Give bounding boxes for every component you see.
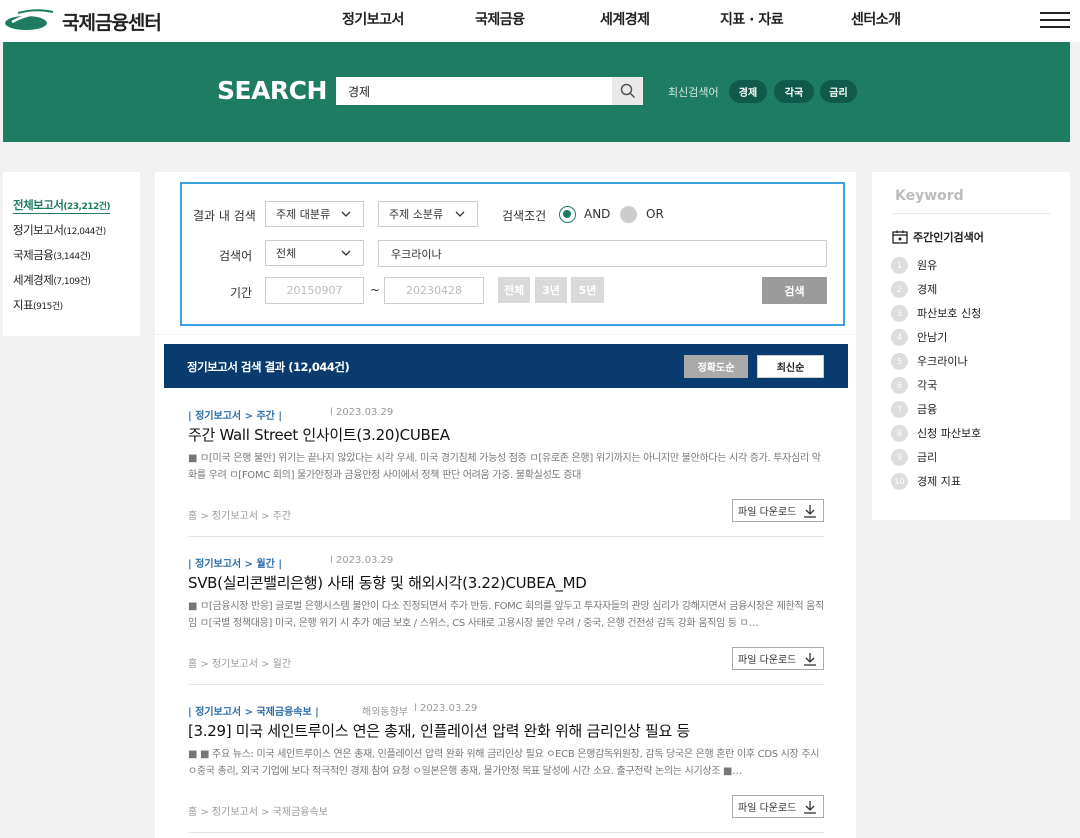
site-header: 국제금융센터 정기보고서 국제금융 세계경제 지표 · 자료 센터소개 xyxy=(0,0,1080,42)
category-world-economy[interactable]: 세계경제(7,109건) xyxy=(13,272,91,288)
sort-accuracy-button[interactable]: 정확도순 xyxy=(684,355,748,378)
category-all[interactable]: 전체보고서(23,212건) xyxy=(13,197,111,214)
search-banner-title: SEARCH xyxy=(217,76,327,105)
nav-world-economy[interactable]: 세계경제 xyxy=(600,9,650,29)
date-from-input[interactable]: 20150907 xyxy=(265,277,364,304)
keyword-divider xyxy=(893,213,1050,214)
result-divider xyxy=(188,832,824,833)
result-date: l 2023.03.29 xyxy=(330,555,394,566)
period-label: 기간 xyxy=(230,286,253,300)
result-date: l 2023.03.29 xyxy=(414,703,478,714)
category-regular[interactable]: 정기보고서(12,044건) xyxy=(13,222,106,238)
search-button[interactable] xyxy=(612,77,643,105)
keyword-input[interactable]: 우크라이나 xyxy=(378,240,827,267)
site-logo[interactable]: 국제금융센터 xyxy=(4,6,162,36)
recent-term-chip[interactable]: 각국 xyxy=(774,80,814,103)
keyword-panel: Keyword 주간인기검색어 1 원유 2 경제 3 파산보호 신청 4 안남기 5우… xyxy=(872,172,1070,520)
logo-text: 국제금융센터 xyxy=(62,11,162,34)
period-3y-button[interactable]: 3년 xyxy=(535,277,567,303)
and-radio[interactable] xyxy=(559,206,576,223)
result-title[interactable]: 주간 Wall Street 인사이트(3.20)CUBEA xyxy=(188,424,450,445)
search-icon xyxy=(620,83,635,99)
popular-keyword[interactable]: 1 원유 xyxy=(891,256,937,274)
result-divider xyxy=(188,536,824,537)
result-breadcrumb: 홈 > 정기보고서 > 월간 xyxy=(188,659,292,670)
minor-category-select[interactable]: 주제 소분류 xyxy=(378,201,478,227)
calendar-icon xyxy=(892,230,908,244)
file-download-button[interactable]: 파일 다운로드 xyxy=(732,499,824,522)
result-item: | 정기보고서 > 국제금융속보 | 해외동향부 l 2023.03.29 [3… xyxy=(188,703,824,819)
result-description: ■ ㅁ[금융시장 반응] 글로벌 은행시스템 불안이 다소 진정되면서 주가 반… xyxy=(188,601,824,629)
keyword-label: 검색어 xyxy=(219,249,253,263)
file-download-button[interactable]: 파일 다운로드 xyxy=(732,795,824,818)
sort-latest-button[interactable]: 최신순 xyxy=(757,355,824,378)
date-range-tilde: ~ xyxy=(370,283,381,297)
result-category[interactable]: | 정기보고서 > 월간 | xyxy=(188,555,282,570)
result-divider xyxy=(188,684,824,685)
chevron-down-icon xyxy=(455,211,465,217)
result-title[interactable]: SVB(실리콘밸리은행) 사태 동향 및 해외시각(3.22)CUBEA_MD xyxy=(188,572,587,593)
major-category-select[interactable]: 주제 대분류 xyxy=(265,201,364,227)
results-header: 정기보고서 검색 결과 (12,044건) 정확도순 최신순 xyxy=(164,344,848,388)
category-international[interactable]: 국제금융(3,144건) xyxy=(13,247,91,263)
nav-center-intro[interactable]: 센터소개 xyxy=(851,9,901,29)
nav-indicators-data[interactable]: 지표 · 자료 xyxy=(720,9,784,29)
popular-keyword[interactable]: 5 우크라이나 xyxy=(891,352,968,370)
nav-regular-reports[interactable]: 정기보고서 xyxy=(342,9,404,29)
recent-term-chip[interactable]: 금리 xyxy=(820,80,857,103)
popular-keyword[interactable]: 6 각국 xyxy=(891,376,937,394)
recent-term-chip[interactable]: 경제 xyxy=(729,80,767,103)
popular-keyword[interactable]: 10 경제 지표 xyxy=(891,472,961,490)
download-icon xyxy=(804,801,816,814)
or-radio[interactable] xyxy=(620,206,637,223)
result-breadcrumb: 홈 > 정기보고서 > 국제금융속보 xyxy=(188,807,328,818)
result-item: | 정기보고서 > 월간 | l 2023.03.29 SVB(실리콘밸리은행)… xyxy=(188,555,824,671)
popular-keyword[interactable]: 9 금리 xyxy=(891,448,937,466)
result-dept: 해외동향부 xyxy=(362,707,408,718)
results-heading: 정기보고서 검색 결과 (12,044건) xyxy=(187,360,350,374)
weekly-popular-heading: 주간인기검색어 xyxy=(892,229,984,245)
result-item: | 정기보고서 > 주간 | l 2023.03.29 주간 Wall Stre… xyxy=(188,407,824,523)
result-title[interactable]: [3.29] 미국 세인트루이스 연은 총재, 인플레이션 압력 완화 위해 금… xyxy=(188,720,690,741)
download-icon xyxy=(804,653,816,666)
or-label: OR xyxy=(646,207,664,221)
file-download-button[interactable]: 파일 다운로드 xyxy=(732,647,824,670)
filter-search-button[interactable]: 검색 xyxy=(762,277,827,304)
result-category[interactable]: | 정기보고서 > 국제금융속보 | xyxy=(188,703,319,718)
within-results-label: 결과 내 검색 xyxy=(193,209,256,223)
result-category[interactable]: | 정기보고서 > 주간 | xyxy=(188,407,282,422)
popular-keyword[interactable]: 3 파산보호 신청 xyxy=(891,304,981,322)
popular-keyword[interactable]: 2 경제 xyxy=(891,280,937,298)
condition-label: 검색조건 xyxy=(502,209,547,223)
result-description: ■ ■ 주요 뉴스: 미국 세인트루이스 연은 총재, 인플레이션 압력 완화 … xyxy=(188,749,820,777)
menu-icon[interactable] xyxy=(1040,12,1070,28)
period-5y-button[interactable]: 5년 xyxy=(571,277,604,303)
and-label: AND xyxy=(584,207,611,221)
popular-keyword[interactable]: 8 신청 파산보호 xyxy=(891,424,981,442)
date-to-input[interactable]: 20230428 xyxy=(384,277,484,304)
chevron-down-icon xyxy=(341,250,351,256)
nav-international-finance[interactable]: 국제금융 xyxy=(475,9,525,29)
period-all-button[interactable]: 전체 xyxy=(498,277,530,303)
report-category-nav: 전체보고서(23,212건) 정기보고서(12,044건) 국제금융(3,144… xyxy=(3,172,140,336)
keyword-scope-select[interactable]: 전체 xyxy=(265,240,364,266)
category-indicators[interactable]: 지표(915건) xyxy=(13,297,63,313)
download-icon xyxy=(804,505,816,518)
chevron-down-icon xyxy=(341,211,351,217)
result-description: ■ ㅁ[미국 은행 불안] 위기는 끝나지 않았다는 시각 우세. 미국 경기침… xyxy=(188,453,821,481)
popular-keyword[interactable]: 4 안남기 xyxy=(891,328,947,346)
popular-keyword[interactable]: 7 금융 xyxy=(891,400,937,418)
result-date: l 2023.03.29 xyxy=(330,407,394,418)
search-input[interactable] xyxy=(336,77,612,105)
logo-mark-icon xyxy=(5,9,54,30)
result-breadcrumb: 홈 > 정기보고서 > 주간 xyxy=(188,511,292,522)
search-banner: SEARCH 최신검색어 경제 각국 금리 xyxy=(3,42,1070,142)
recent-search-label: 최신검색어 xyxy=(668,86,719,99)
keyword-panel-title: Keyword xyxy=(895,188,964,204)
